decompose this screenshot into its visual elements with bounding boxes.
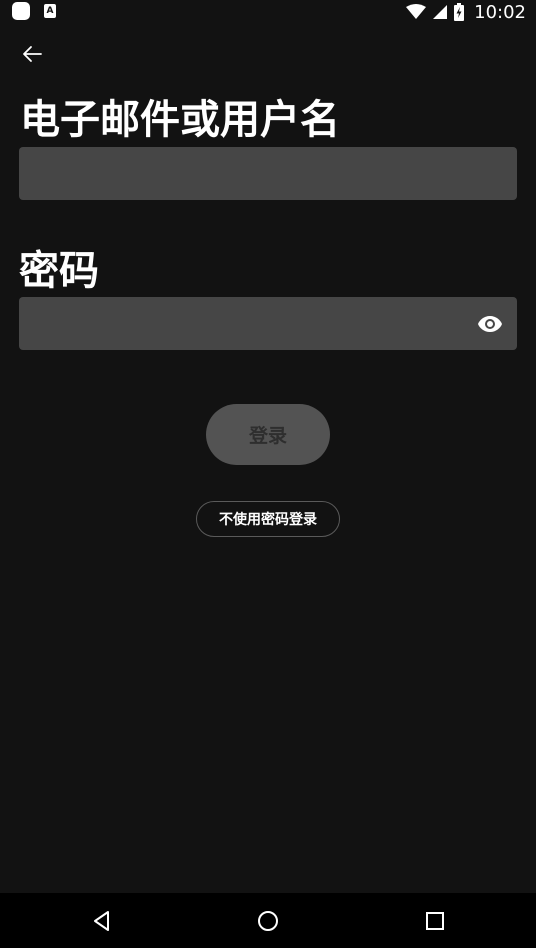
nav-home-button[interactable] <box>252 905 284 937</box>
nav-home-icon <box>258 911 278 931</box>
status-left-icons: A <box>12 2 56 20</box>
status-right-icons: 10:02 <box>406 0 526 24</box>
navigation-bar <box>0 893 536 948</box>
password-field[interactable] <box>19 297 517 350</box>
login-button[interactable]: 登录 <box>206 404 330 465</box>
battery-charging-icon <box>454 3 465 21</box>
a-notification-icon: A <box>44 4 56 18</box>
nav-recents-button[interactable] <box>419 905 451 937</box>
status-time: 10:02 <box>474 1 526 23</box>
status-bar: A 10:02 <box>0 0 536 24</box>
eye-icon <box>478 316 502 332</box>
passwordless-login-button[interactable]: 不使用密码登录 <box>196 501 340 537</box>
password-label: 密码 <box>19 248 99 294</box>
login-screen: A 10:02 电子邮件或用户名 密码 登录 不使用密码登录 <box>0 0 536 948</box>
nav-back-button[interactable] <box>86 905 118 937</box>
show-password-button[interactable] <box>475 309 505 339</box>
wifi-icon <box>406 4 427 19</box>
nav-recents-icon <box>426 912 444 930</box>
signal-icon <box>433 5 448 19</box>
app-icon <box>12 2 30 20</box>
arrow-left-icon <box>23 46 42 62</box>
email-label: 电子邮件或用户名 <box>20 97 340 143</box>
back-button[interactable] <box>18 40 46 68</box>
nav-back-icon <box>94 911 109 931</box>
email-field[interactable] <box>19 147 517 200</box>
